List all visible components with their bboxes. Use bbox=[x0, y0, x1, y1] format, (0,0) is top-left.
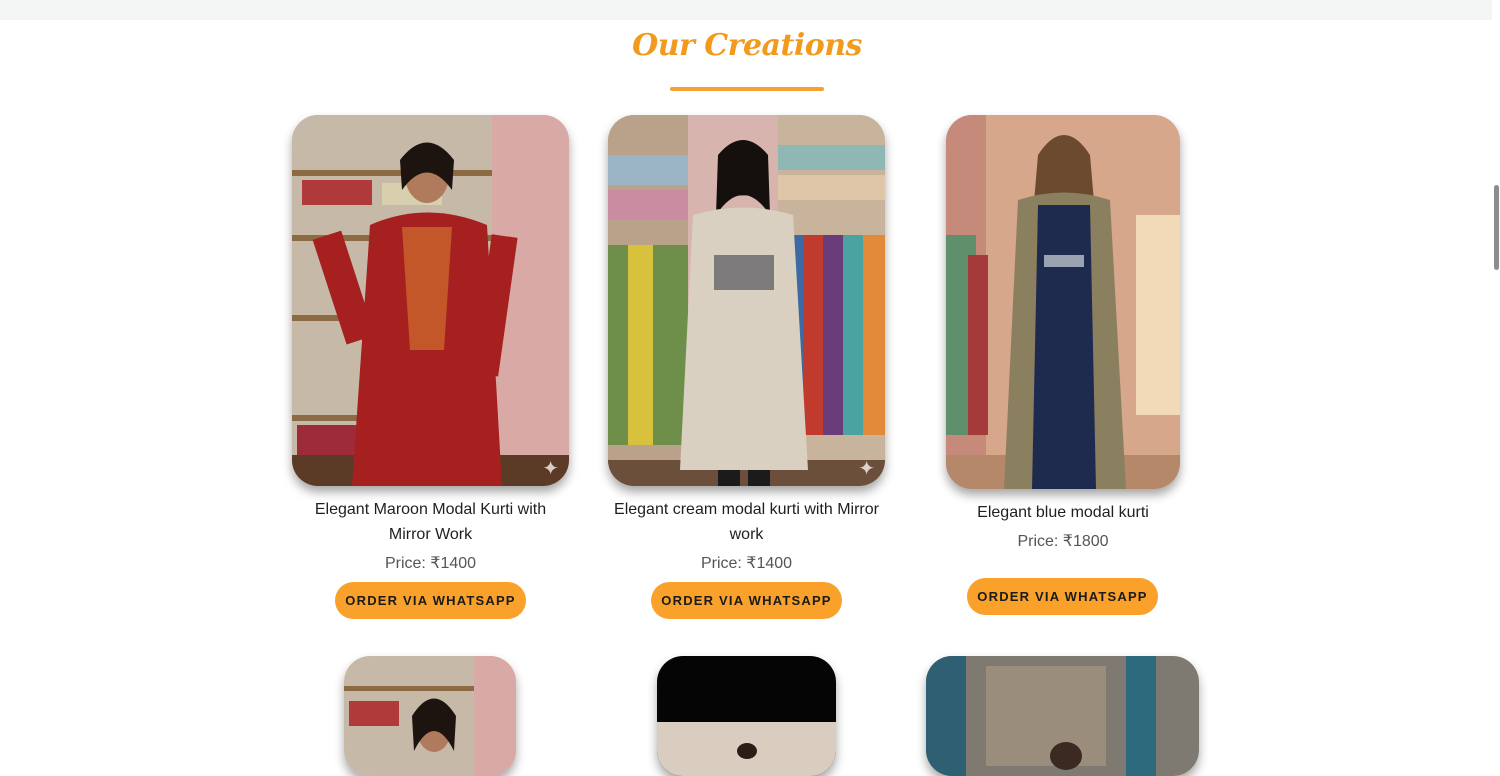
order-whatsapp-button-1[interactable]: ORDER VIA WHATSAPP bbox=[335, 582, 526, 619]
product-title-3: Elegant blue modal kurti bbox=[977, 504, 1149, 521]
section-title: Our Creations bbox=[632, 28, 862, 63]
product-image-4[interactable] bbox=[344, 656, 516, 776]
product-image-5[interactable] bbox=[657, 656, 836, 776]
scrollbar[interactable] bbox=[1492, 0, 1500, 743]
product-image-2[interactable]: ✦ bbox=[608, 115, 885, 486]
sparkle-icon: ✦ bbox=[542, 456, 559, 480]
product-title-1: Elegant Maroon Modal Kurti with Mirror W… bbox=[314, 501, 547, 543]
product-title-2: Elegant cream modal kurti with Mirror wo… bbox=[614, 501, 879, 543]
scrollbar-thumb[interactable] bbox=[1494, 185, 1499, 270]
top-header-strip bbox=[0, 0, 1500, 20]
product-image-1[interactable]: ✦ bbox=[292, 115, 569, 486]
title-underline bbox=[670, 87, 824, 91]
order-whatsapp-button-3[interactable]: ORDER VIA WHATSAPP bbox=[967, 578, 1158, 615]
product-price-3: Price: ₹1800 bbox=[1017, 533, 1109, 550]
product-image-6[interactable] bbox=[926, 656, 1199, 776]
order-whatsapp-button-2[interactable]: ORDER VIA WHATSAPP bbox=[651, 582, 842, 619]
product-price-1: Price: ₹1400 bbox=[384, 555, 477, 572]
product-price-2: Price: ₹1400 bbox=[700, 555, 793, 572]
sparkle-icon: ✦ bbox=[858, 456, 875, 480]
product-image-3[interactable] bbox=[946, 115, 1180, 489]
